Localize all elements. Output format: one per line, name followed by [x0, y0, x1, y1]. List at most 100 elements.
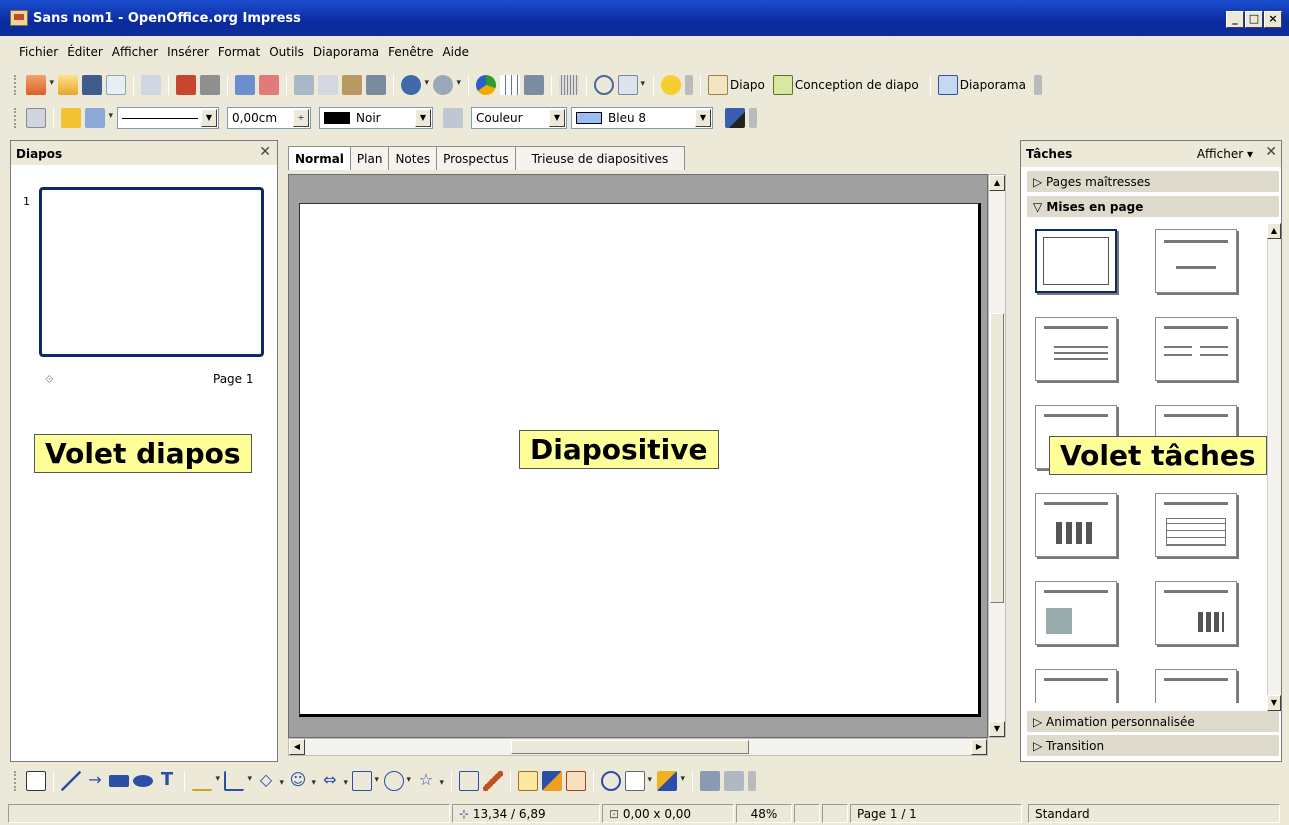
- layouts-scrollbar[interactable]: ▲ ▼: [1267, 223, 1281, 711]
- toolbar-overflow-icon[interactable]: [1033, 75, 1042, 95]
- scroll-up-icon[interactable]: ▲: [1267, 223, 1281, 239]
- section-layouts[interactable]: ▽ Mises en page: [1027, 196, 1279, 218]
- slide-design-icon[interactable]: [772, 75, 793, 95]
- interaction-icon[interactable]: [700, 771, 720, 791]
- select-pointer-icon[interactable]: [26, 771, 46, 791]
- line-icon[interactable]: [61, 108, 81, 128]
- toolbar-overflow-icon[interactable]: [685, 75, 693, 95]
- line-tool-icon[interactable]: [61, 771, 81, 791]
- email-icon[interactable]: [106, 75, 126, 95]
- menu-diaporama[interactable]: Diaporama: [313, 45, 379, 59]
- connector-icon[interactable]: [224, 771, 252, 791]
- layout-title-chart[interactable]: [1035, 493, 1117, 557]
- fill-color-select[interactable]: Bleu 8 ▼: [571, 107, 713, 129]
- draw-functions-icon[interactable]: [524, 75, 544, 95]
- save-icon[interactable]: [82, 75, 102, 95]
- section-transition[interactable]: ▷ Transition: [1027, 735, 1279, 757]
- tab-normal[interactable]: Normal: [288, 146, 351, 170]
- 3d-effects-icon[interactable]: [724, 771, 744, 791]
- fill-bucket-icon[interactable]: [443, 108, 463, 128]
- close-icon[interactable]: ✕: [1265, 144, 1277, 160]
- scroll-right-icon[interactable]: ▶: [971, 739, 987, 755]
- spellcheck-icon[interactable]: [235, 75, 255, 95]
- maximize-button[interactable]: □: [1245, 11, 1263, 28]
- styles-icon[interactable]: [26, 108, 46, 128]
- scroll-left-icon[interactable]: ◀: [289, 739, 305, 755]
- toolbar-grip[interactable]: [14, 108, 18, 128]
- close-icon[interactable]: ✕: [259, 144, 271, 160]
- arrow-style-icon[interactable]: [85, 108, 113, 128]
- fill-type-dropdown-icon[interactable]: ▼: [549, 109, 565, 127]
- symbol-shapes-icon[interactable]: ☺: [288, 771, 316, 793]
- menu-editer[interactable]: Éditer: [67, 45, 103, 59]
- menu-afficher[interactable]: Afficher: [112, 45, 158, 59]
- toolbar-overflow-icon[interactable]: [748, 771, 756, 791]
- autospellcheck-icon[interactable]: [259, 75, 279, 95]
- tab-plan[interactable]: Plan: [349, 146, 390, 170]
- curve-icon[interactable]: [192, 771, 220, 791]
- block-arrows-icon[interactable]: ⇔: [320, 771, 348, 793]
- menu-format[interactable]: Format: [218, 45, 260, 59]
- tab-slide-sorter[interactable]: Trieuse de diapositives: [514, 146, 686, 170]
- zoom-icon[interactable]: [618, 75, 645, 95]
- arrow-line-icon[interactable]: →: [85, 771, 105, 791]
- editor-horizontal-scrollbar[interactable]: ◀ ▶: [288, 738, 988, 756]
- grid-icon[interactable]: [559, 75, 579, 95]
- cut-icon[interactable]: [294, 75, 314, 95]
- scroll-down-icon[interactable]: ▼: [1267, 695, 1281, 711]
- arrange-icon[interactable]: [657, 771, 685, 791]
- export-pdf-icon[interactable]: [176, 75, 196, 95]
- fill-type-select[interactable]: Couleur ▼: [471, 107, 567, 129]
- slide-thumbnail[interactable]: [39, 187, 264, 357]
- line-color-select[interactable]: Noir ▼: [319, 107, 433, 129]
- open-folder-icon[interactable]: [58, 75, 78, 95]
- toolbar-grip[interactable]: [14, 771, 18, 791]
- navigator-icon[interactable]: [594, 75, 614, 95]
- shadow-icon[interactable]: [725, 108, 745, 128]
- flowchart-icon[interactable]: [352, 771, 379, 791]
- format-paintbrush-icon[interactable]: [366, 75, 386, 95]
- tab-prospectus[interactable]: Prospectus: [436, 146, 516, 170]
- menu-fichier[interactable]: Fichier: [19, 45, 58, 59]
- fontwork-icon[interactable]: [518, 771, 538, 791]
- close-button[interactable]: ×: [1264, 11, 1282, 28]
- vertical-scroll-thumb[interactable]: [990, 313, 1004, 603]
- paste-icon[interactable]: [342, 75, 362, 95]
- editor-vertical-scrollbar[interactable]: ▲ ▼: [988, 174, 1006, 738]
- layout-blank[interactable]: [1035, 229, 1117, 293]
- new-document-icon[interactable]: [26, 75, 54, 95]
- ellipse-icon[interactable]: [133, 775, 153, 787]
- toolbar-grip[interactable]: [14, 75, 18, 95]
- minimize-button[interactable]: _: [1226, 11, 1244, 28]
- basic-shapes-icon[interactable]: ◇: [256, 771, 284, 793]
- edit-file-icon[interactable]: [141, 75, 161, 95]
- chart-icon[interactable]: [476, 75, 496, 95]
- from-file-icon[interactable]: [542, 771, 562, 791]
- rectangle-icon[interactable]: [109, 775, 129, 787]
- line-style-select[interactable]: ▼: [117, 107, 219, 129]
- slideshow-icon[interactable]: [937, 75, 958, 95]
- horizontal-scroll-thumb[interactable]: [511, 740, 749, 754]
- menu-fenetre[interactable]: Fenêtre: [388, 45, 433, 59]
- scroll-down-icon[interactable]: ▼: [989, 721, 1005, 737]
- section-custom-animation[interactable]: ▷ Animation personnalisée: [1027, 711, 1279, 733]
- slide-design-label[interactable]: Conception de diapo: [795, 78, 919, 92]
- line-width-spinner-icon[interactable]: ÷: [293, 109, 309, 127]
- scroll-up-icon[interactable]: ▲: [989, 175, 1005, 191]
- tab-notes[interactable]: Notes: [388, 146, 438, 170]
- layout-chart-text[interactable]: [1155, 669, 1237, 703]
- layout-title[interactable]: [1155, 229, 1237, 293]
- line-width-input[interactable]: 0,00cm ÷: [227, 107, 311, 129]
- layout-text-chart[interactable]: [1155, 581, 1237, 645]
- menu-outils[interactable]: Outils: [269, 45, 304, 59]
- callouts-icon[interactable]: [384, 771, 411, 791]
- redo-icon[interactable]: [433, 75, 461, 95]
- section-master-pages[interactable]: ▷ Pages maîtresses: [1027, 171, 1279, 193]
- slideshow-label[interactable]: Diaporama: [960, 78, 1026, 92]
- fill-color-dropdown-icon[interactable]: ▼: [695, 109, 711, 127]
- glue-points-icon[interactable]: [483, 771, 503, 791]
- menu-aide[interactable]: Aide: [442, 45, 469, 59]
- layout-text-clipart[interactable]: [1035, 669, 1117, 703]
- print-icon[interactable]: [200, 75, 220, 95]
- line-style-dropdown-icon[interactable]: ▼: [201, 109, 217, 127]
